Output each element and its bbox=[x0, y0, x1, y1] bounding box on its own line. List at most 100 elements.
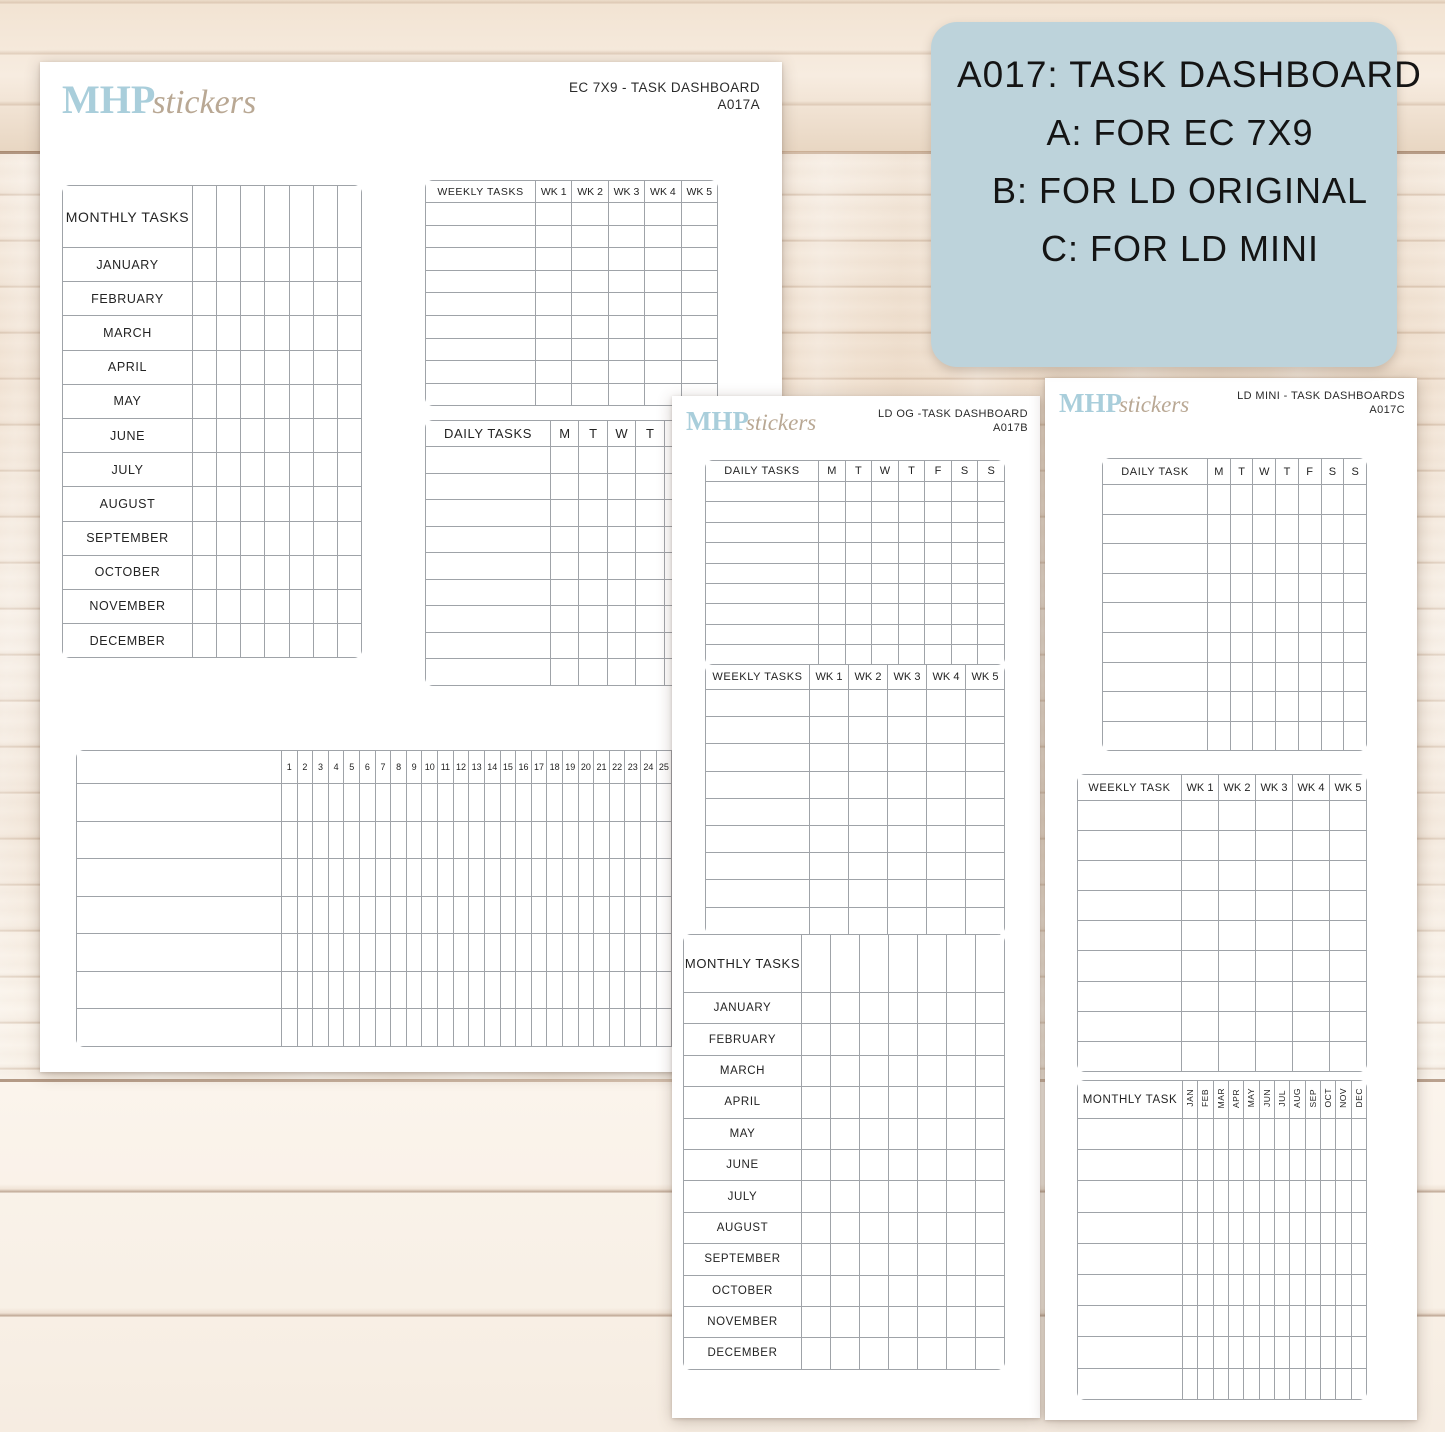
check-cell[interactable] bbox=[578, 446, 608, 474]
check-cell[interactable] bbox=[296, 820, 314, 859]
check-cell[interactable] bbox=[1181, 1367, 1199, 1400]
check-cell[interactable] bbox=[830, 991, 860, 1025]
check-cell[interactable] bbox=[578, 631, 608, 659]
check-cell[interactable] bbox=[917, 1305, 947, 1339]
check-cell[interactable] bbox=[359, 895, 376, 934]
check-cell[interactable] bbox=[1181, 1180, 1199, 1213]
check-cell[interactable] bbox=[1197, 1336, 1214, 1369]
check-cell[interactable] bbox=[561, 1008, 579, 1047]
check-cell[interactable] bbox=[359, 933, 376, 972]
check-cell[interactable] bbox=[1304, 1149, 1321, 1182]
check-cell[interactable] bbox=[1292, 799, 1330, 832]
task-name-cell[interactable] bbox=[1102, 513, 1208, 545]
check-cell[interactable] bbox=[1289, 1117, 1306, 1151]
check-cell[interactable] bbox=[644, 224, 682, 249]
check-cell[interactable] bbox=[452, 933, 470, 972]
check-cell[interactable] bbox=[1350, 1211, 1367, 1244]
check-cell[interactable] bbox=[977, 521, 1005, 544]
check-cell[interactable] bbox=[1304, 1273, 1321, 1307]
check-cell[interactable] bbox=[1197, 1242, 1214, 1275]
check-cell[interactable] bbox=[312, 554, 338, 590]
check-cell[interactable] bbox=[859, 1117, 889, 1150]
check-cell[interactable] bbox=[1292, 1040, 1330, 1072]
check-cell[interactable] bbox=[327, 933, 345, 972]
check-cell[interactable] bbox=[405, 895, 423, 934]
check-cell[interactable] bbox=[1319, 1305, 1337, 1338]
task-name-cell[interactable] bbox=[1077, 799, 1182, 832]
check-cell[interactable] bbox=[359, 820, 376, 859]
check-cell[interactable] bbox=[1329, 890, 1367, 922]
check-cell[interactable] bbox=[336, 588, 362, 625]
check-cell[interactable] bbox=[288, 281, 314, 317]
check-cell[interactable] bbox=[281, 895, 298, 934]
check-cell[interactable] bbox=[924, 542, 952, 564]
check-cell[interactable] bbox=[1292, 950, 1330, 982]
check-cell[interactable] bbox=[1275, 543, 1299, 574]
check-cell[interactable] bbox=[926, 770, 966, 799]
check-cell[interactable] bbox=[296, 895, 314, 934]
check-cell[interactable] bbox=[216, 246, 242, 283]
check-cell[interactable] bbox=[917, 1023, 947, 1056]
check-cell[interactable] bbox=[1212, 1117, 1229, 1151]
check-cell[interactable] bbox=[926, 879, 966, 908]
check-cell[interactable] bbox=[515, 933, 532, 972]
sheet-a017b[interactable]: MHP stickers LD OG -TASK DASHBOARD A017B… bbox=[672, 396, 1040, 1418]
check-cell[interactable] bbox=[216, 520, 242, 556]
check-cell[interactable] bbox=[571, 224, 609, 249]
check-cell[interactable] bbox=[593, 858, 610, 897]
check-cell[interactable] bbox=[468, 858, 485, 897]
check-cell[interactable] bbox=[809, 688, 849, 718]
check-cell[interactable] bbox=[1273, 1367, 1291, 1400]
check-cell[interactable] bbox=[607, 202, 646, 226]
check-cell[interactable] bbox=[578, 578, 608, 606]
check-cell[interactable] bbox=[437, 933, 454, 972]
check-cell[interactable] bbox=[680, 247, 718, 271]
check-cell[interactable] bbox=[926, 906, 966, 935]
check-cell[interactable] bbox=[1181, 950, 1219, 982]
check-cell[interactable] bbox=[1273, 1242, 1291, 1275]
check-cell[interactable] bbox=[946, 1117, 976, 1150]
check-cell[interactable] bbox=[1297, 572, 1322, 604]
check-cell[interactable] bbox=[191, 623, 218, 659]
check-cell[interactable] bbox=[312, 858, 329, 897]
task-name-cell[interactable] bbox=[705, 688, 810, 718]
check-cell[interactable] bbox=[1335, 1117, 1352, 1151]
check-cell[interactable] bbox=[606, 631, 637, 659]
check-cell[interactable] bbox=[1181, 799, 1219, 832]
check-cell[interactable] bbox=[644, 269, 682, 294]
check-cell[interactable] bbox=[897, 480, 926, 503]
check-cell[interactable] bbox=[264, 554, 290, 590]
check-cell[interactable] bbox=[1181, 1273, 1199, 1307]
check-cell[interactable] bbox=[624, 895, 642, 934]
check-cell[interactable] bbox=[374, 895, 392, 934]
check-cell[interactable] bbox=[312, 520, 338, 556]
check-cell[interactable] bbox=[296, 783, 314, 822]
check-cell[interactable] bbox=[887, 879, 927, 908]
check-cell[interactable] bbox=[571, 314, 609, 339]
check-cell[interactable] bbox=[950, 480, 979, 503]
check-cell[interactable] bbox=[975, 1337, 1005, 1370]
check-cell[interactable] bbox=[950, 623, 979, 646]
check-cell[interactable] bbox=[336, 315, 362, 351]
check-cell[interactable] bbox=[888, 1180, 918, 1213]
check-cell[interactable] bbox=[1229, 543, 1254, 574]
check-cell[interactable] bbox=[946, 1180, 976, 1213]
check-cell[interactable] bbox=[374, 858, 392, 897]
check-cell[interactable] bbox=[499, 895, 517, 934]
check-cell[interactable] bbox=[946, 1337, 976, 1370]
check-cell[interactable] bbox=[887, 797, 927, 826]
check-cell[interactable] bbox=[818, 501, 846, 523]
check-cell[interactable] bbox=[844, 623, 873, 646]
check-cell[interactable] bbox=[1329, 1040, 1367, 1072]
task-name-cell[interactable] bbox=[1077, 1305, 1183, 1338]
check-cell[interactable] bbox=[1258, 1273, 1275, 1307]
check-cell[interactable] bbox=[965, 824, 1005, 854]
check-cell[interactable] bbox=[606, 525, 637, 553]
check-cell[interactable] bbox=[1273, 1149, 1291, 1182]
check-cell[interactable] bbox=[483, 820, 501, 859]
check-cell[interactable] bbox=[1218, 890, 1256, 922]
check-cell[interactable] bbox=[607, 337, 646, 362]
check-cell[interactable] bbox=[1181, 1040, 1219, 1072]
check-cell[interactable] bbox=[1350, 1367, 1367, 1400]
check-cell[interactable] bbox=[844, 644, 873, 666]
